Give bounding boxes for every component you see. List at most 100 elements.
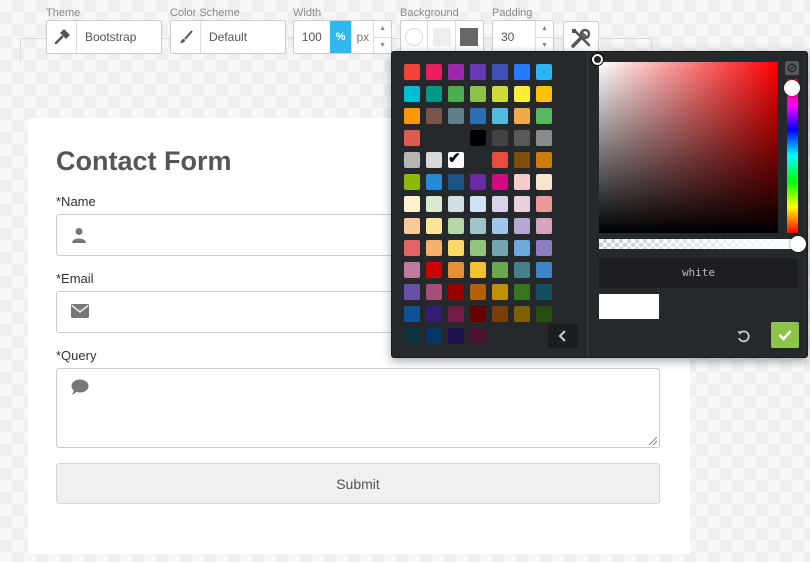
color-swatch[interactable] — [470, 108, 486, 124]
color-swatch[interactable] — [448, 218, 464, 234]
color-swatch[interactable] — [514, 64, 530, 80]
color-swatch[interactable] — [536, 108, 552, 124]
color-swatch[interactable] — [470, 174, 486, 190]
increment-arrow-icon[interactable]: ▲ — [374, 21, 391, 38]
color-swatch[interactable] — [492, 196, 508, 212]
color-swatch[interactable] — [426, 218, 442, 234]
theme-select[interactable]: Bootstrap — [46, 20, 162, 54]
color-swatch[interactable] — [404, 86, 420, 102]
color-swatch[interactable] — [536, 284, 552, 300]
color-swatch[interactable] — [536, 262, 552, 278]
color-swatch[interactable] — [492, 64, 508, 80]
padding-input[interactable]: 30 — [493, 30, 535, 44]
color-swatch[interactable] — [492, 108, 508, 124]
color-swatch[interactable] — [536, 306, 552, 322]
color-swatch[interactable] — [492, 152, 508, 168]
palette-toggle-button[interactable] — [548, 324, 578, 348]
confirm-color-button[interactable] — [771, 322, 799, 348]
color-swatch[interactable] — [514, 196, 530, 212]
color-swatch[interactable] — [404, 196, 420, 212]
color-swatch[interactable] — [426, 108, 442, 124]
color-swatch[interactable] — [426, 306, 442, 322]
background-swatch-dark[interactable] — [456, 21, 483, 53]
color-swatch[interactable] — [536, 240, 552, 256]
saturation-value-area[interactable] — [599, 62, 778, 233]
color-swatch[interactable] — [448, 196, 464, 212]
color-swatch[interactable] — [536, 218, 552, 234]
color-swatch[interactable] — [448, 108, 464, 124]
query-textarea[interactable] — [56, 368, 660, 448]
width-unit-percent[interactable]: % — [329, 21, 352, 53]
color-swatch[interactable] — [492, 262, 508, 278]
color-swatch[interactable] — [448, 86, 464, 102]
alpha-slider-handle[interactable] — [790, 236, 806, 252]
color-swatch[interactable] — [536, 130, 552, 146]
color-swatch[interactable] — [404, 218, 420, 234]
color-swatch[interactable] — [492, 86, 508, 102]
color-swatch[interactable] — [448, 306, 464, 322]
color-swatch[interactable] — [470, 262, 486, 278]
color-swatch[interactable] — [536, 64, 552, 80]
width-input[interactable]: 100 — [294, 21, 330, 53]
color-swatch[interactable] — [426, 240, 442, 256]
color-swatch[interactable] — [536, 196, 552, 212]
background-swatch-white[interactable] — [401, 21, 429, 53]
submit-button[interactable]: Submit — [56, 463, 660, 504]
color-swatch[interactable] — [536, 86, 552, 102]
color-swatch[interactable] — [470, 86, 486, 102]
increment-arrow-icon[interactable]: ▲ — [536, 21, 553, 38]
color-swatch[interactable] — [426, 196, 442, 212]
color-swatch[interactable] — [470, 328, 486, 344]
color-swatch[interactable] — [404, 240, 420, 256]
color-swatch[interactable] — [426, 262, 442, 278]
color-swatch[interactable] — [470, 218, 486, 234]
color-swatch[interactable] — [514, 174, 530, 190]
color-swatch[interactable]: ✔ — [448, 150, 464, 168]
color-swatch[interactable] — [492, 284, 508, 300]
color-swatch[interactable] — [404, 262, 420, 278]
color-swatch[interactable] — [404, 328, 420, 344]
color-swatch[interactable] — [536, 152, 552, 168]
color-swatch[interactable] — [426, 284, 442, 300]
hue-slider[interactable] — [787, 79, 798, 233]
color-swatch[interactable] — [492, 240, 508, 256]
color-swatch[interactable] — [448, 64, 464, 80]
color-swatch[interactable] — [404, 284, 420, 300]
color-swatch[interactable] — [470, 240, 486, 256]
color-swatch[interactable] — [514, 86, 530, 102]
alpha-slider[interactable] — [599, 239, 798, 249]
color-swatch[interactable] — [492, 174, 508, 190]
width-unit-px[interactable]: px — [351, 21, 373, 53]
color-swatch[interactable] — [448, 328, 464, 344]
color-swatch[interactable] — [404, 108, 420, 124]
color-swatch[interactable] — [404, 64, 420, 80]
color-scheme-select[interactable]: Default — [170, 20, 286, 54]
color-swatch[interactable] — [426, 152, 442, 168]
color-swatch[interactable] — [492, 130, 508, 146]
color-swatch[interactable] — [448, 174, 464, 190]
color-swatch[interactable] — [514, 240, 530, 256]
color-swatch[interactable] — [514, 262, 530, 278]
color-swatch[interactable] — [448, 262, 464, 278]
color-swatch[interactable] — [470, 130, 486, 146]
color-swatch[interactable] — [492, 306, 508, 322]
tools-button[interactable] — [563, 21, 599, 55]
clear-color-button[interactable] — [785, 61, 799, 75]
color-swatch[interactable] — [470, 196, 486, 212]
color-swatch[interactable] — [514, 306, 530, 322]
hue-slider-handle[interactable] — [784, 80, 800, 96]
resize-handle[interactable] — [649, 437, 657, 445]
color-swatch[interactable] — [426, 64, 442, 80]
color-swatch[interactable] — [404, 152, 420, 168]
color-swatch[interactable] — [404, 130, 420, 146]
color-swatch[interactable] — [514, 218, 530, 234]
color-value-input[interactable]: white — [599, 258, 798, 288]
color-swatch[interactable] — [404, 306, 420, 322]
color-swatch[interactable] — [536, 174, 552, 190]
color-swatch[interactable] — [470, 64, 486, 80]
reset-color-button[interactable] — [732, 325, 756, 349]
color-swatch[interactable] — [514, 284, 530, 300]
color-swatch[interactable] — [470, 306, 486, 322]
color-swatch[interactable] — [514, 130, 530, 146]
background-swatch-light[interactable] — [428, 21, 456, 53]
